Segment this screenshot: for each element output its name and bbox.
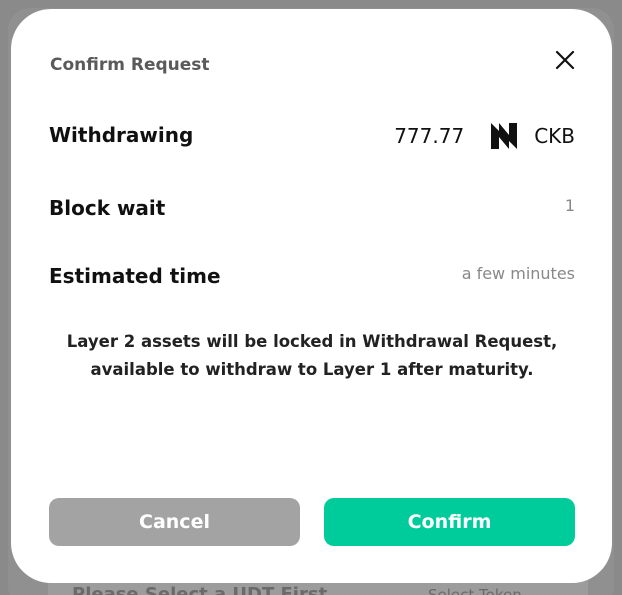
confirm-request-dialog: Confirm Request Withdrawing 777.77 CKB B…: [11, 9, 612, 583]
token-symbol: CKB: [534, 124, 575, 148]
close-icon: [555, 50, 575, 70]
background-select-placeholder: Please Select a UDT First: [72, 584, 328, 595]
withdrawing-label: Withdrawing: [49, 123, 194, 147]
estimated-time-label: Estimated time: [49, 264, 221, 288]
background-select-token-label: Select Token: [428, 586, 522, 595]
estimated-time-value: a few minutes: [461, 264, 575, 283]
withdraw-amount: 777.77: [394, 124, 465, 148]
confirm-button[interactable]: Confirm: [324, 498, 575, 546]
withdrawal-notice: Layer 2 assets will be locked in Withdra…: [66, 332, 558, 379]
withdrawing-value: 777.77 CKB: [394, 121, 575, 151]
nervos-logo-icon: [491, 123, 518, 149]
block-wait-label: Block wait: [49, 196, 166, 220]
dialog-title: Confirm Request: [50, 55, 210, 75]
cancel-button[interactable]: Cancel: [49, 498, 300, 546]
close-button[interactable]: [554, 49, 576, 71]
block-wait-value: 1: [564, 196, 575, 215]
